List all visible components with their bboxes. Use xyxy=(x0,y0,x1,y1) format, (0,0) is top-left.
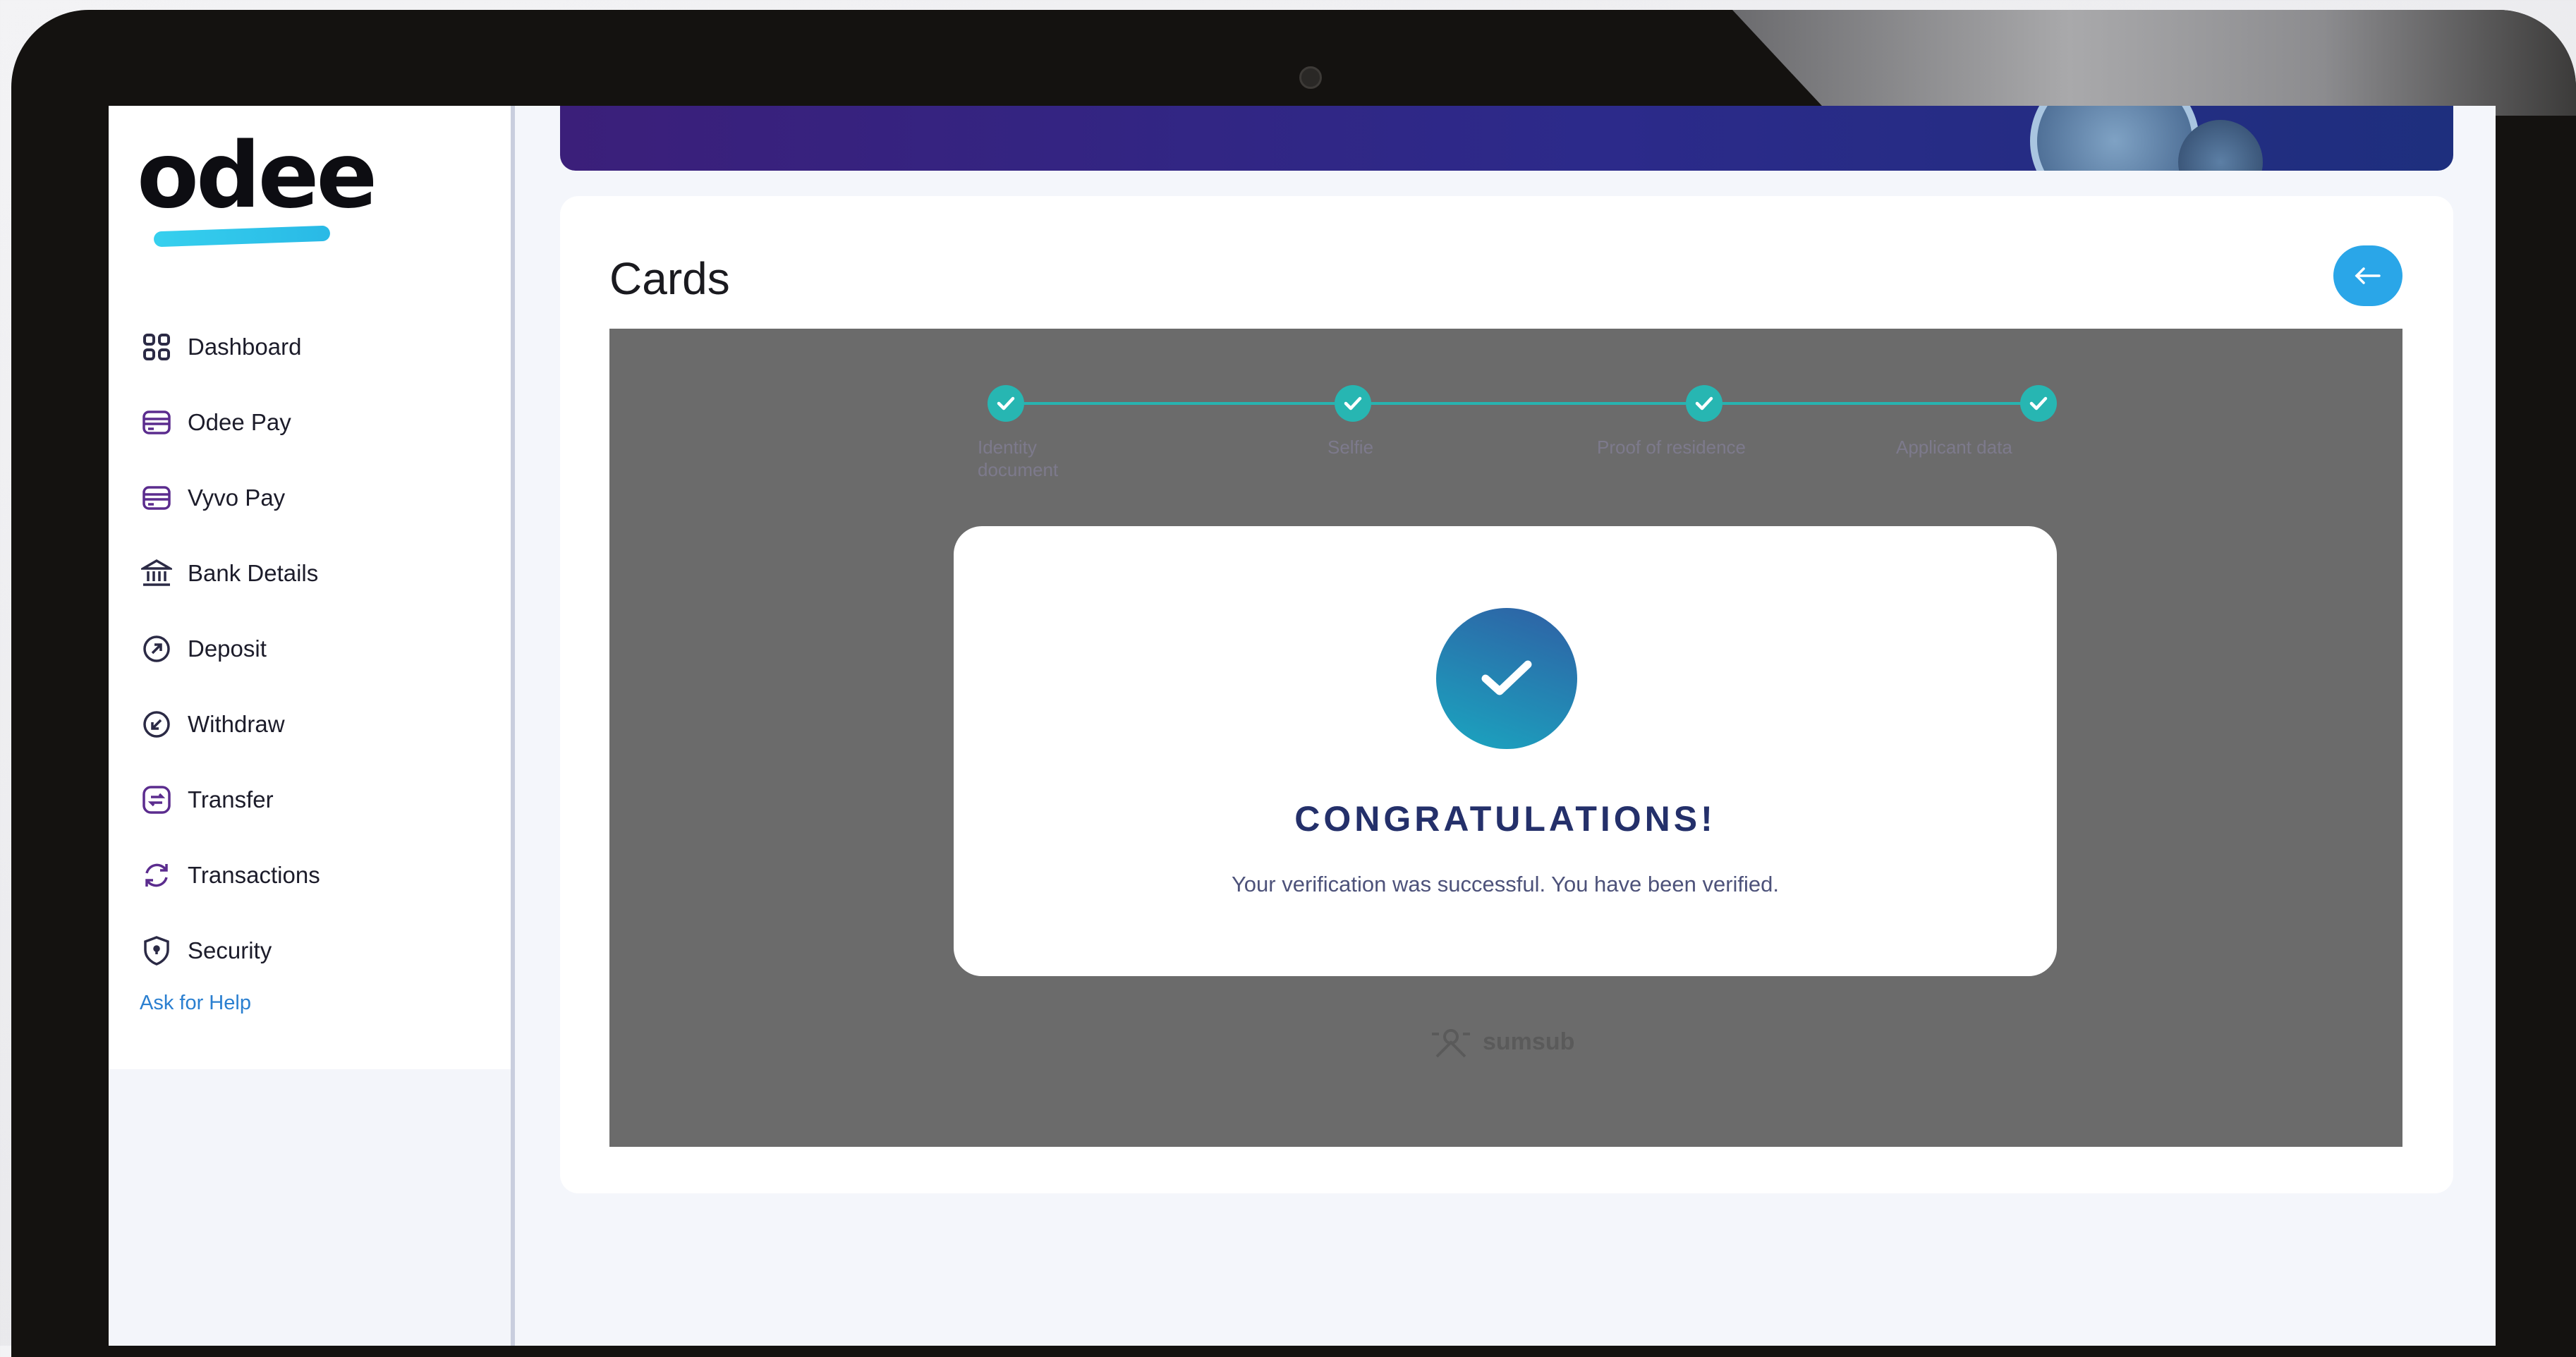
sidebar-item-transactions[interactable]: Transactions xyxy=(141,837,320,913)
step-selfie-check-icon xyxy=(1335,385,1371,422)
sidebar-divider xyxy=(511,106,515,1346)
sidebar-item-odee-pay[interactable]: Odee Pay xyxy=(141,384,320,460)
stepper-connector xyxy=(1723,402,2040,405)
step-applicant-check-icon xyxy=(2020,385,2057,422)
sidebar-item-deposit[interactable]: Deposit xyxy=(141,611,320,686)
deposit-arrow-icon xyxy=(141,633,172,664)
ask-for-help-link[interactable]: Ask for Help xyxy=(140,992,251,1015)
success-title: CONGRATULATIONS! xyxy=(1294,799,1716,839)
withdraw-arrow-icon xyxy=(141,709,172,740)
verification-widget: Identity document Selfie Proof of reside… xyxy=(609,329,2402,1147)
app-logo[interactable]: odee xyxy=(137,123,377,248)
sidebar-item-label: Odee Pay xyxy=(188,408,291,435)
step-label-applicant: Applicant data xyxy=(1896,437,2012,458)
provider-logo: sumsub xyxy=(1426,1024,1574,1059)
stepper-connector xyxy=(1371,402,1686,405)
refresh-icon xyxy=(141,860,172,891)
sidebar-item-dashboard[interactable]: Dashboard xyxy=(141,309,320,384)
sidebar-item-bank-details[interactable]: Bank Details xyxy=(141,535,320,611)
sidebar-item-vyvo-pay[interactable]: Vyvo Pay xyxy=(141,460,320,535)
sidebar-item-label: Deposit xyxy=(188,635,267,662)
sidebar-item-label: Dashboard xyxy=(188,333,302,360)
logo-wordmark: odee xyxy=(137,123,377,229)
step-label-residence: Proof of residence xyxy=(1597,437,1746,458)
coin-illustration xyxy=(2030,106,2199,171)
sidebar-item-security[interactable]: Security xyxy=(141,913,320,988)
dashboard-grid-icon xyxy=(141,331,172,363)
sidebar-item-label: Vyvo Pay xyxy=(188,484,286,511)
success-message: Your verification was successful. You ha… xyxy=(1231,872,1780,896)
sidebar-item-withdraw[interactable]: Withdraw xyxy=(141,686,320,762)
step-label-identity: Identity document xyxy=(978,437,1059,480)
arrow-left-icon xyxy=(2355,267,2381,284)
sidebar-item-label: Withdraw xyxy=(188,710,285,737)
sidebar: odee Dashboard Odee Pay Vyvo Pay Bank De… xyxy=(109,106,515,1346)
top-banner xyxy=(560,106,2453,171)
stepper-connector xyxy=(1024,402,1335,405)
sidebar-item-label: Bank Details xyxy=(188,559,319,586)
sidebar-item-label: Security xyxy=(188,937,272,963)
camera-icon xyxy=(1299,66,1322,89)
provider-name: sumsub xyxy=(1483,1028,1575,1055)
cards-panel: Cards Identity document Selfie Proof of … xyxy=(560,196,2453,1193)
back-button[interactable] xyxy=(2333,245,2402,306)
transfer-icon xyxy=(141,784,172,815)
sumsub-logo-icon xyxy=(1432,1029,1470,1058)
success-check-icon xyxy=(1436,608,1577,749)
step-identity-check-icon xyxy=(988,385,1024,422)
step-label-selfie: Selfie xyxy=(1328,437,1374,458)
page-title: Cards xyxy=(609,253,730,304)
card-icon xyxy=(141,407,172,438)
app-screen: odee Dashboard Odee Pay Vyvo Pay Bank De… xyxy=(109,106,2496,1346)
sidebar-item-label: Transactions xyxy=(188,861,320,888)
sidebar-nav: Dashboard Odee Pay Vyvo Pay Bank Details xyxy=(141,309,320,988)
bank-icon xyxy=(141,558,172,589)
success-modal: CONGRATULATIONS! Your verification was s… xyxy=(954,526,2057,976)
shield-icon xyxy=(141,935,172,966)
step-residence-check-icon xyxy=(1686,385,1723,422)
screen-glare xyxy=(1732,10,2576,116)
card-icon xyxy=(141,482,172,513)
sidebar-item-transfer[interactable]: Transfer xyxy=(141,762,320,837)
sidebar-item-label: Transfer xyxy=(188,786,274,813)
